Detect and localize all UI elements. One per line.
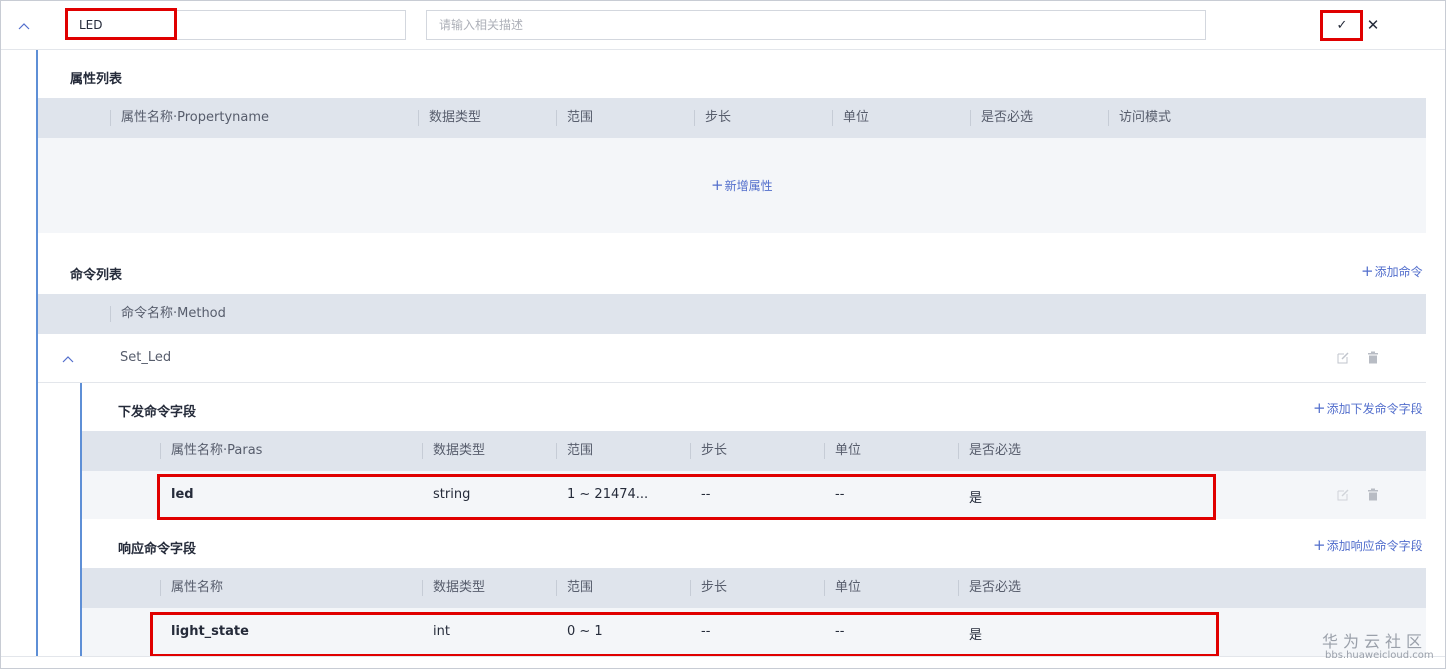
property-table-header: 属性名称·Propertyname 数据类型 范围 步长 单位 是否必选 访问模… (38, 98, 1426, 138)
add-downlink-field-label: 添加下发命令字段 (1326, 402, 1423, 416)
col-step: 步长 (690, 443, 727, 459)
highlight-box-response-row (150, 612, 1219, 657)
plus-icon: + (1313, 399, 1326, 417)
col-para-name: 属性名称·Paras (160, 443, 262, 459)
command-collapse-chevron-up-icon[interactable] (62, 353, 74, 365)
highlight-box-confirm (1320, 10, 1363, 41)
collapse-chevron-up-icon[interactable] (18, 20, 30, 32)
col-required: 是否必选 (970, 110, 1033, 126)
edit-icon[interactable] (1337, 488, 1350, 501)
response-fields-title: 响应命令字段 (118, 542, 197, 557)
delete-icon[interactable] (1367, 351, 1379, 364)
add-downlink-field-button[interactable]: +添加下发命令字段 (1313, 399, 1423, 417)
command-name: Set_Led (120, 350, 172, 365)
col-command-name: 命令名称·Method (110, 306, 226, 322)
downlink-table-header: 属性名称·Paras 数据类型 范围 步长 单位 是否必选 (82, 431, 1426, 471)
highlight-box-downlink-row (157, 474, 1216, 520)
col-step: 步长 (694, 110, 731, 126)
col-property-name: 属性名称·Propertyname (110, 110, 269, 126)
command-table-header: 命令名称·Method (38, 294, 1426, 334)
col-step: 步长 (690, 580, 727, 596)
col-unit: 单位 (832, 110, 869, 126)
description-placeholder: 请输入相关描述 (439, 18, 524, 32)
close-button[interactable]: ✕ (1364, 14, 1382, 36)
col-required: 是否必选 (958, 580, 1021, 596)
highlight-box-name (65, 8, 177, 40)
close-icon: ✕ (1366, 16, 1380, 34)
col-unit: 单位 (824, 443, 861, 459)
add-response-field-button[interactable]: +添加响应命令字段 (1313, 536, 1423, 554)
watermark-title: 华为云社区 (1322, 632, 1428, 651)
col-data-type: 数据类型 (422, 443, 485, 459)
response-table-header: 属性名称 数据类型 范围 步长 单位 是否必选 (82, 568, 1426, 608)
add-command-label: 添加命令 (1374, 265, 1423, 279)
plus-icon: + (1313, 536, 1326, 554)
bottom-edge (1, 656, 1445, 668)
col-data-type: 数据类型 (422, 580, 485, 596)
plus-icon: + (711, 176, 724, 194)
description-input[interactable]: 请输入相关描述 (426, 10, 1206, 40)
watermark-url: bbs.huaweicloud.com (1325, 650, 1434, 661)
col-range: 范围 (556, 110, 593, 126)
col-range: 范围 (556, 443, 593, 459)
col-data-type: 数据类型 (418, 110, 481, 126)
add-response-field-label: 添加响应命令字段 (1326, 539, 1423, 553)
add-property-button[interactable]: +新增属性 (711, 176, 773, 194)
plus-icon: + (1361, 262, 1374, 280)
add-command-button[interactable]: +添加命令 (1361, 262, 1423, 280)
col-required: 是否必选 (958, 443, 1021, 459)
col-unit: 单位 (824, 580, 861, 596)
col-access-mode: 访问模式 (1108, 110, 1171, 126)
downlink-fields-title: 下发命令字段 (118, 405, 197, 420)
command-list-title: 命令列表 (70, 268, 123, 283)
delete-icon[interactable] (1367, 488, 1379, 501)
command-divider (38, 382, 1426, 383)
col-range: 范围 (556, 580, 593, 596)
property-list-title: 属性列表 (70, 72, 123, 87)
col-field-name: 属性名称 (160, 580, 223, 596)
edit-icon[interactable] (1337, 351, 1350, 364)
add-property-label: 新增属性 (724, 179, 773, 193)
